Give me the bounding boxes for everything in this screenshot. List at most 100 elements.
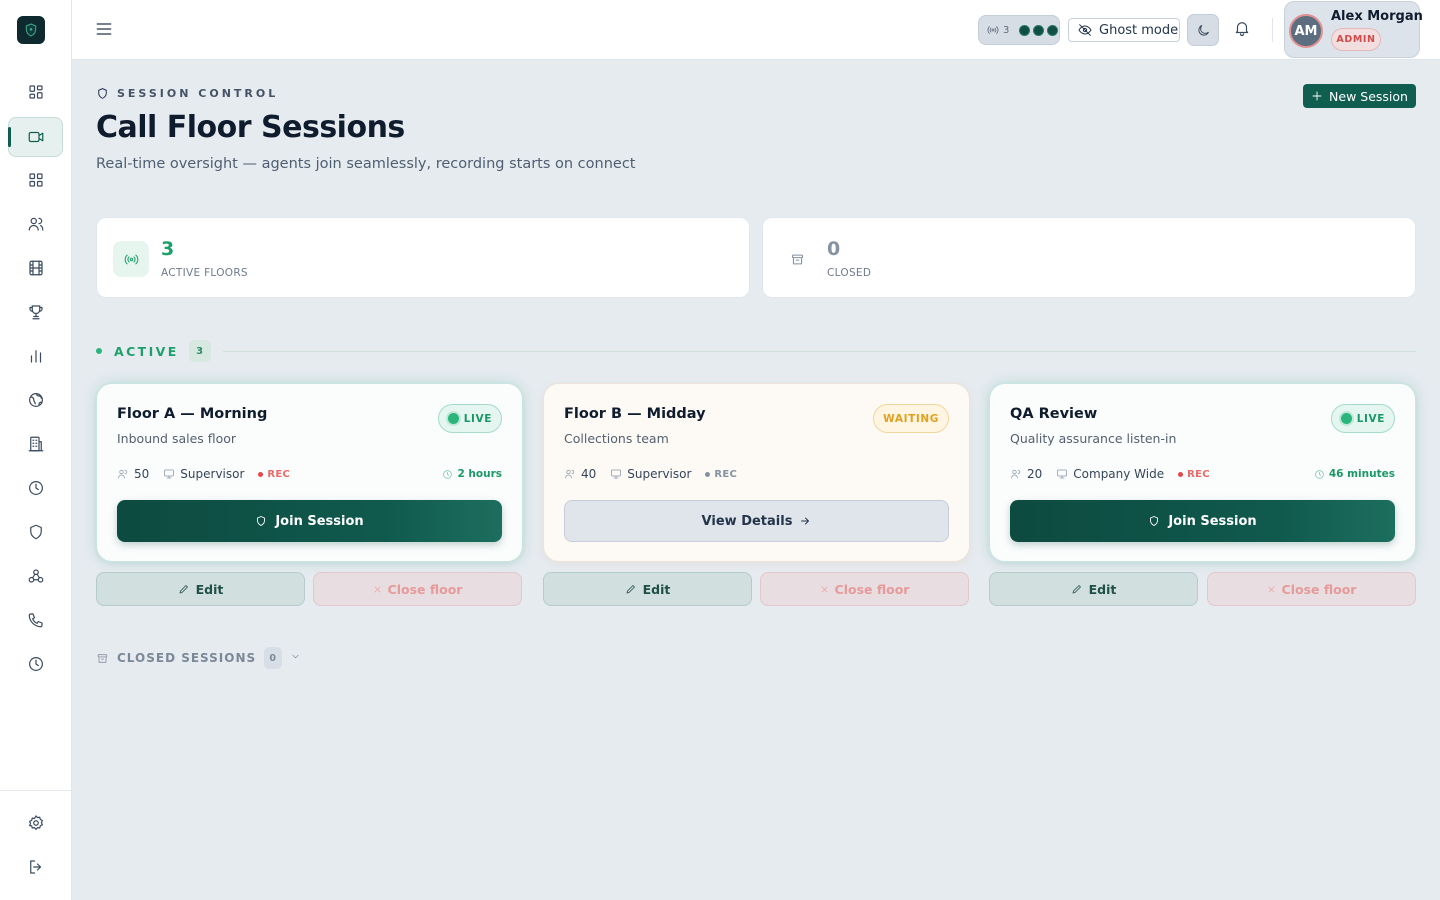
- webhook-icon: [28, 569, 43, 583]
- sidebar-item-analytics[interactable]: [8, 336, 63, 376]
- edit-button[interactable]: Edit: [543, 572, 752, 606]
- agent-count: 20: [1010, 467, 1042, 481]
- hamburger-icon: [96, 23, 112, 35]
- live-count: 3: [1003, 24, 1010, 36]
- active-section-header: ACTIVE 3: [96, 340, 1416, 362]
- status-label: LIVE: [1356, 412, 1385, 425]
- rec-dot: [1178, 471, 1184, 477]
- topbar-divider: [1272, 18, 1273, 42]
- stat-card-active: 3 ACTIVE FLOORS: [96, 217, 750, 298]
- closed-sessions-label: CLOSED SESSIONS: [117, 651, 257, 665]
- session-subtitle: Quality assurance listen-in: [1010, 431, 1177, 446]
- broadcast-icon: [124, 254, 138, 264]
- live-dot: [447, 413, 459, 424]
- edit-button[interactable]: Edit: [989, 572, 1198, 606]
- live-dot: [1340, 413, 1352, 424]
- session-duration: 46 minutes: [1314, 468, 1395, 480]
- section-count: 3: [188, 340, 211, 362]
- join-session-button[interactable]: Join Session: [117, 500, 502, 542]
- session-subtitle: Inbound sales floor: [117, 431, 237, 446]
- broadcast-icon: [987, 26, 999, 34]
- close-floor-button[interactable]: Close floor: [760, 572, 969, 606]
- eyebrow-label: SESSION CONTROL: [117, 87, 279, 100]
- users-icon: [1011, 469, 1021, 479]
- sidebar-item-organization[interactable]: [8, 424, 63, 464]
- menu-toggle-button[interactable]: [94, 19, 114, 39]
- live-floor-dot: [1019, 24, 1031, 36]
- x-icon: [1268, 586, 1274, 592]
- edit-button[interactable]: Edit: [96, 572, 305, 606]
- agent-count-value: 50: [134, 467, 150, 481]
- session-scope: Company Wide: [1056, 467, 1164, 481]
- sidebar-item-users[interactable]: [8, 204, 63, 244]
- sidebar-item-security[interactable]: [8, 512, 63, 552]
- close-floor-button[interactable]: Close floor: [1207, 572, 1416, 606]
- pencil-icon: [179, 585, 188, 594]
- view-details-button[interactable]: View Details: [564, 500, 949, 542]
- sidebar-item-calls[interactable]: [8, 600, 63, 640]
- sidebar-item-grid[interactable]: [8, 160, 63, 200]
- shield-icon: [1150, 516, 1159, 526]
- shield-icon: [257, 516, 266, 526]
- stat-card-closed: 0 CLOSED: [762, 217, 1416, 298]
- sidebar-item-global[interactable]: [8, 380, 63, 420]
- avatar: AM: [1289, 14, 1323, 48]
- live-floor-dot: [1047, 24, 1059, 36]
- clock-icon: [1315, 469, 1324, 479]
- logout-icon: [29, 860, 41, 874]
- close-floor-button[interactable]: Close floor: [313, 572, 522, 606]
- session-title: QA Review: [1010, 406, 1098, 422]
- history-icon: [28, 657, 43, 671]
- sidebar: [0, 0, 72, 900]
- theme-toggle-button[interactable]: [1187, 14, 1219, 46]
- session-scope: Supervisor: [610, 467, 691, 481]
- eye-off-icon: [1078, 24, 1092, 36]
- session-card: QA Review Quality assurance listen-in LI…: [989, 383, 1416, 562]
- trophy-icon: [28, 305, 43, 320]
- closed-sessions-toggle[interactable]: CLOSED SESSIONS 0: [96, 647, 301, 669]
- stat-closed-label: CLOSED: [827, 267, 872, 279]
- sidebar-item-dashboard[interactable]: [8, 72, 63, 112]
- moon-icon: [1197, 24, 1209, 36]
- recording-indicator: REC: [1178, 469, 1210, 480]
- app-logo[interactable]: [17, 16, 45, 44]
- ghost-mode-button[interactable]: Ghost mode: [1068, 18, 1180, 42]
- sidebar-item-logout[interactable]: [8, 847, 63, 887]
- user-menu[interactable]: AM Alex Morgan ADMIN: [1284, 1, 1423, 58]
- status-badge: LIVE: [437, 404, 502, 433]
- notifications-button[interactable]: [1233, 19, 1253, 39]
- session-card: Floor A — Morning Inbound sales floor LI…: [96, 383, 523, 562]
- sidebar-item-settings[interactable]: [8, 803, 63, 843]
- x-icon: [821, 586, 827, 592]
- close-floor-label: Close floor: [834, 581, 910, 597]
- sidebar-item-schedule[interactable]: [8, 468, 63, 508]
- duration-label: 46 minutes: [1328, 468, 1395, 480]
- sidebar-item-integrations[interactable]: [8, 556, 63, 596]
- x-icon: [374, 586, 380, 592]
- sidebar-item-leaderboard[interactable]: [8, 292, 63, 332]
- sidebar-item-recordings[interactable]: [8, 248, 63, 288]
- ghost-mode-label: Ghost mode: [1099, 22, 1179, 38]
- page-eyebrow: SESSION CONTROL: [96, 87, 278, 100]
- scope-label: Company Wide: [1073, 467, 1165, 481]
- new-session-button[interactable]: New Session: [1303, 84, 1416, 108]
- sidebar-item-history[interactable]: [8, 644, 63, 684]
- agent-count-value: 20: [1027, 467, 1043, 481]
- sidebar-item-sessions[interactable]: [8, 117, 63, 157]
- session-meta: 20 Company Wide REC 46 minutes: [1010, 465, 1395, 483]
- pencil-icon: [1072, 585, 1081, 594]
- rec-label: REC: [1187, 468, 1210, 480]
- scope-label: Supervisor: [627, 467, 692, 481]
- monitor-icon: [1057, 469, 1068, 479]
- section-dot: [96, 348, 102, 354]
- edit-label: Edit: [1088, 581, 1117, 597]
- live-floors-indicator[interactable]: 3: [978, 15, 1060, 45]
- stat-active-label: ACTIVE FLOORS: [161, 267, 248, 279]
- join-session-button[interactable]: Join Session: [1010, 500, 1395, 542]
- phone-icon: [28, 613, 43, 628]
- session-subtitle: Collections team: [564, 431, 669, 446]
- film-icon: [28, 260, 43, 276]
- monitor-icon: [164, 469, 175, 479]
- edit-label: Edit: [195, 581, 224, 597]
- duration-label: 2 hours: [457, 468, 502, 480]
